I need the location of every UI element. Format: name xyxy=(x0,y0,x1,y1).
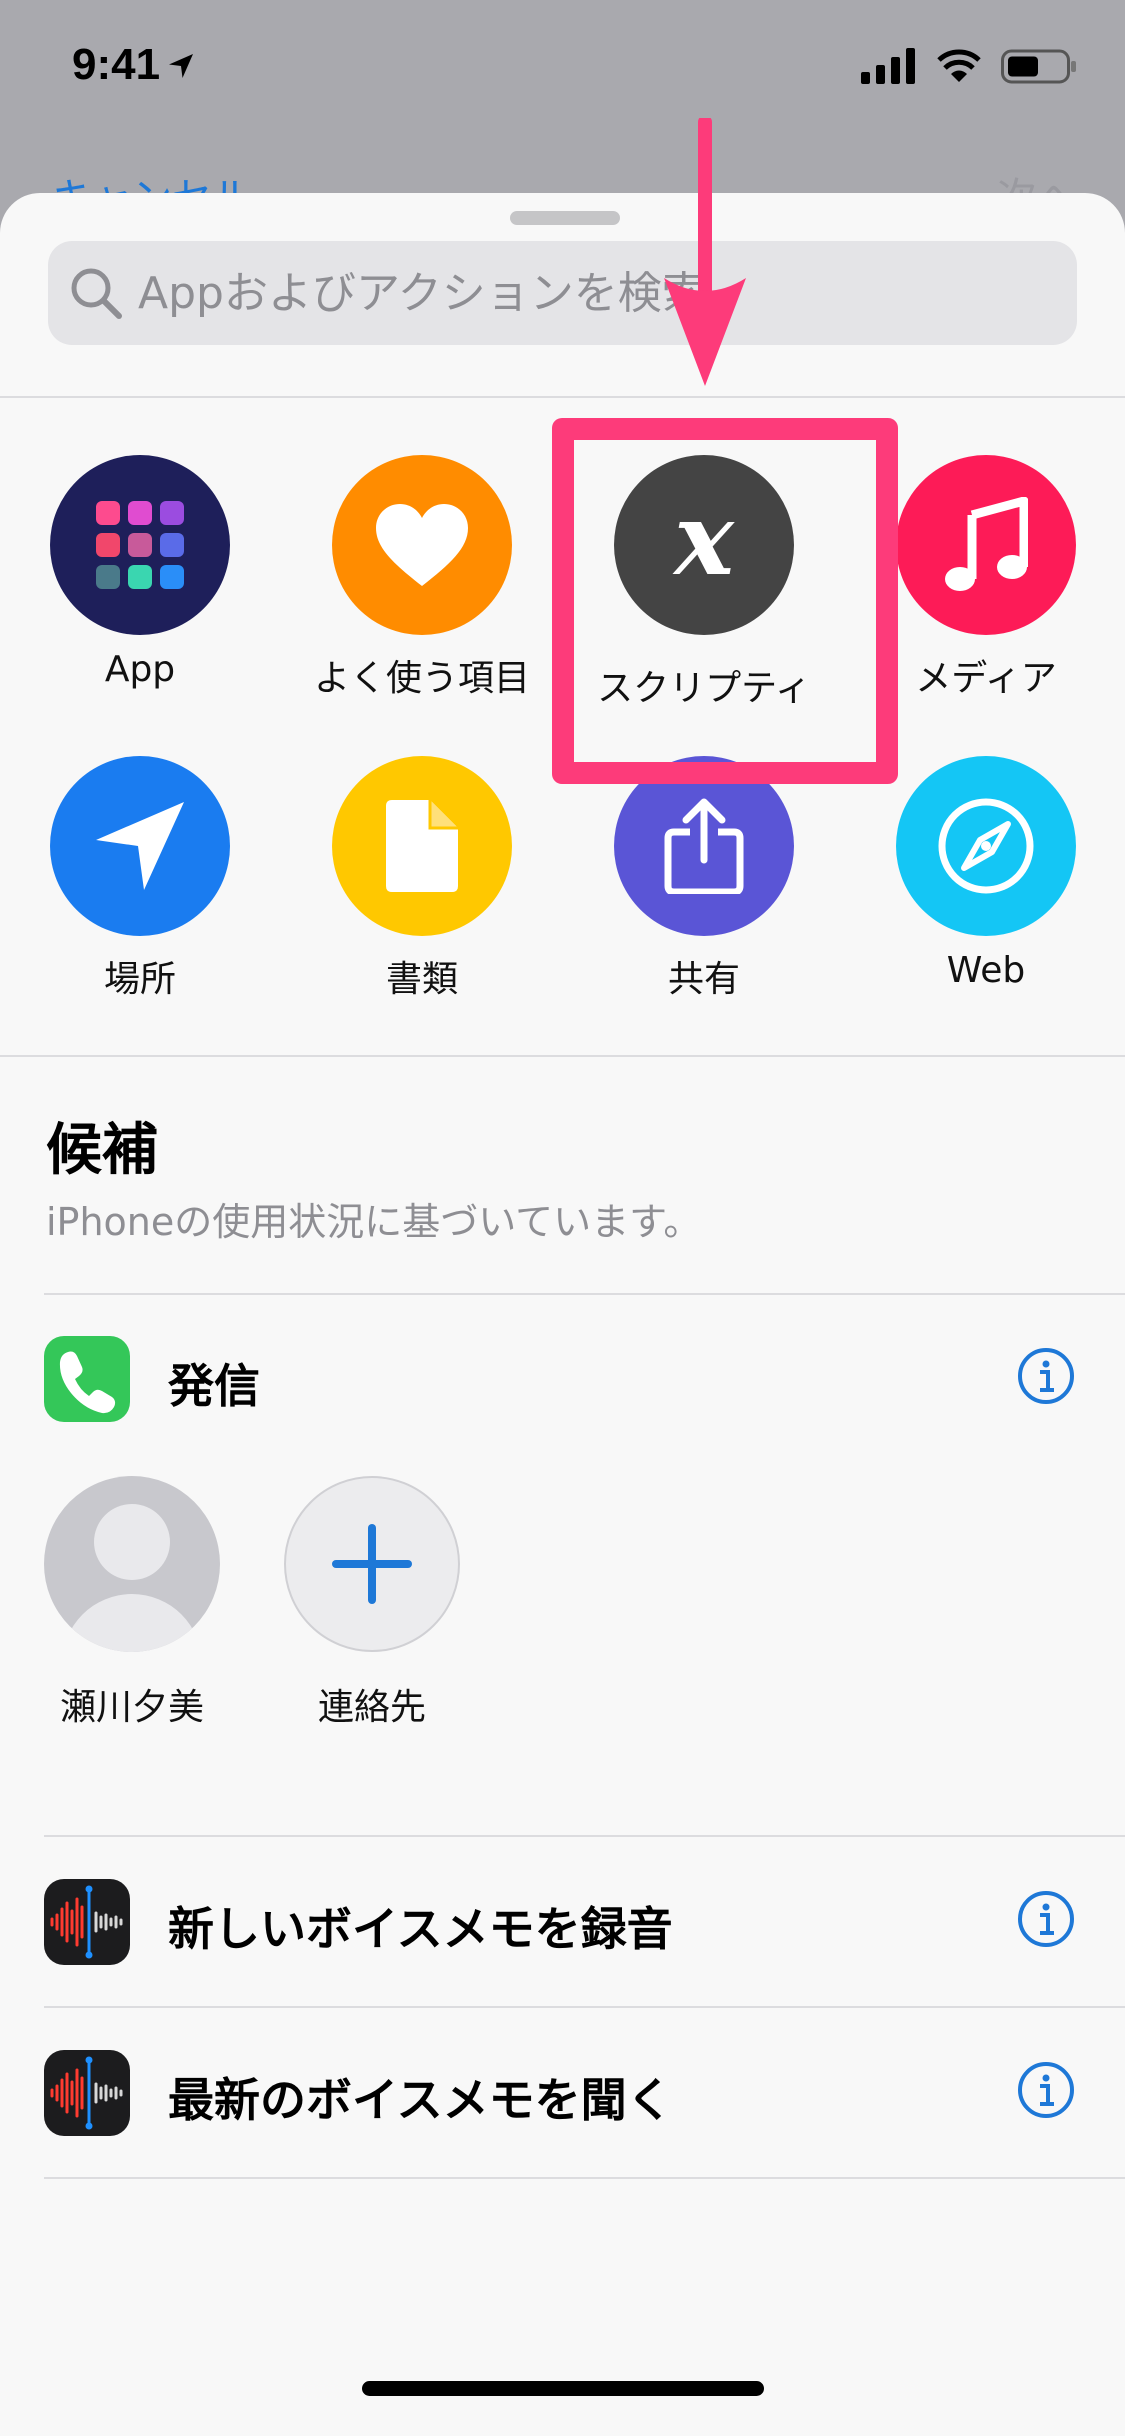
compass-icon xyxy=(896,756,1076,936)
plus-icon xyxy=(284,1476,460,1652)
highlight-box xyxy=(552,418,898,784)
wifi-icon xyxy=(937,49,981,82)
voice-memos-app-icon xyxy=(44,1879,130,1965)
divider xyxy=(44,1293,1125,1295)
document-icon xyxy=(332,756,512,936)
search-input[interactable] xyxy=(138,241,1058,345)
avatar xyxy=(44,1476,220,1652)
add-contact-button[interactable]: 連絡先 xyxy=(272,1476,472,1730)
category-media[interactable]: メディア xyxy=(876,455,1096,701)
info-icon[interactable] xyxy=(1016,1346,1076,1406)
category-label: メディア xyxy=(915,658,1057,699)
voice-memos-app-icon xyxy=(44,2050,130,2136)
suggestion-call[interactable]: 発信 xyxy=(44,1328,1094,1428)
category-location[interactable]: 場所 xyxy=(30,756,250,1002)
category-web[interactable]: Web xyxy=(876,756,1096,991)
divider xyxy=(44,2177,1125,2179)
info-icon[interactable] xyxy=(1016,2060,1076,2120)
divider xyxy=(0,396,1125,398)
music-note-icon xyxy=(896,455,1076,635)
search-icon xyxy=(68,265,124,321)
divider xyxy=(44,1835,1125,1837)
category-label: App xyxy=(104,649,176,690)
sheet-grabber[interactable] xyxy=(510,211,620,225)
category-label: よく使う項目 xyxy=(313,658,530,699)
category-label: 共有 xyxy=(667,959,740,1000)
app-grid-icon xyxy=(50,455,230,635)
section-title: 候補 xyxy=(46,1118,158,1183)
status-time: 9:41 xyxy=(72,40,196,90)
suggestion-label: 発信 xyxy=(168,1359,260,1413)
location-arrow-icon xyxy=(50,756,230,936)
contact-name: 瀬川夕美 xyxy=(59,1687,204,1728)
category-documents[interactable]: 書類 xyxy=(312,756,532,1002)
status-bar: 9:41 xyxy=(0,0,1125,140)
category-label: Web xyxy=(946,950,1026,991)
category-sharing[interactable]: 共有 xyxy=(594,756,814,1002)
suggestion-label: 最新のボイスメモを聞く xyxy=(168,2073,673,2127)
info-icon[interactable] xyxy=(1016,1889,1076,1949)
phone-app-icon xyxy=(44,1336,130,1422)
suggestion-label: 新しいボイスメモを録音 xyxy=(168,1902,673,1956)
category-favorites[interactable]: よく使う項目 xyxy=(312,455,532,701)
search-bar[interactable] xyxy=(48,241,1077,345)
suggestion-play-voice-memo[interactable]: 最新のボイスメモを聞く xyxy=(44,2042,1094,2142)
category-app[interactable]: App xyxy=(30,455,250,690)
battery-icon xyxy=(1001,49,1076,84)
cellular-signal-icon xyxy=(860,48,915,84)
category-label: 場所 xyxy=(103,959,176,1000)
category-label: 書類 xyxy=(385,959,458,1000)
location-arrow-small-icon xyxy=(169,54,194,78)
divider xyxy=(0,1055,1125,1057)
home-indicator[interactable] xyxy=(362,2381,764,2396)
contact-suggestion[interactable]: 瀬川夕美 xyxy=(32,1476,232,1730)
heart-icon xyxy=(332,455,512,635)
section-subtitle: iPhoneの使用状況に基づいています。 xyxy=(46,1200,702,1244)
suggestion-record-voice-memo[interactable]: 新しいボイスメモを録音 xyxy=(44,1871,1094,1971)
status-icons xyxy=(860,48,1077,88)
divider xyxy=(44,2006,1125,2008)
contact-name: 連絡先 xyxy=(317,1687,426,1728)
pointer-arrow-icon xyxy=(660,115,750,392)
